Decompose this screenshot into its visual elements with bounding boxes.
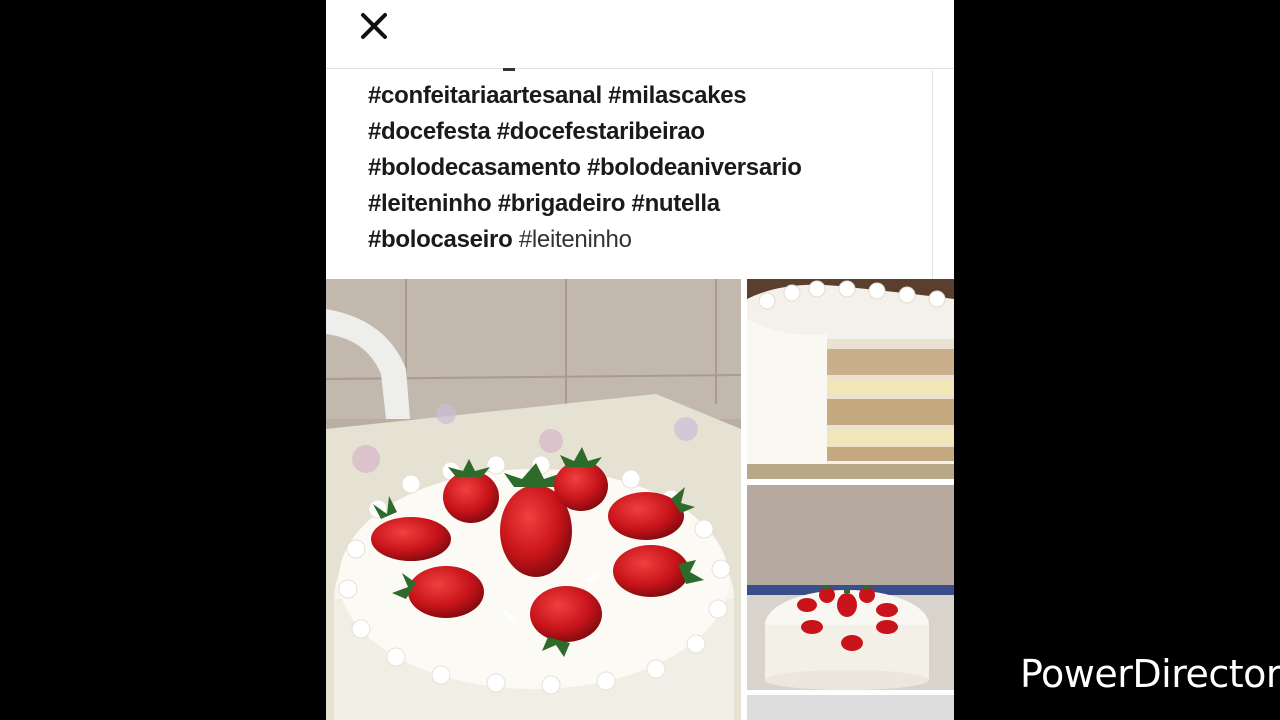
close-button[interactable] — [356, 8, 392, 44]
scrollbar[interactable] — [932, 70, 933, 280]
hashtag-leiteninho[interactable]: #leiteninho — [519, 226, 632, 253]
cake-strawberry-photo[interactable] — [747, 485, 954, 690]
cake-slice-image — [747, 279, 954, 479]
main-cake-image — [326, 279, 741, 720]
cut-off-text — [368, 62, 518, 72]
close-icon — [361, 13, 387, 39]
caption-line-last: #bolocaseiro #leiteninho — [368, 222, 888, 258]
main-cake-photo[interactable] — [326, 279, 741, 720]
hashtag-bolocaseiro[interactable]: #bolocaseiro — [368, 226, 513, 253]
powerdirector-watermark: PowerDirector — [1020, 652, 1280, 696]
caption-line[interactable]: #bolodecasamento #bolodeaniversario — [368, 150, 888, 186]
cake-strawberry-image — [747, 485, 954, 690]
photo-gallery — [326, 279, 954, 720]
caption-line[interactable]: #leiteninho #brigadeiro #nutella — [368, 186, 888, 222]
caption-line[interactable]: #confeitariaartesanal #milascakes — [368, 78, 888, 114]
caption-line[interactable]: #docefesta #docefestaribeirao — [368, 114, 888, 150]
top-bar — [326, 0, 954, 69]
next-photo-strip[interactable] — [747, 695, 954, 720]
phone-screen: #confeitariaartesanal #milascakes #docef… — [326, 0, 954, 720]
cake-slice-photo[interactable] — [747, 279, 954, 479]
post-caption: #confeitariaartesanal #milascakes #docef… — [368, 78, 888, 258]
